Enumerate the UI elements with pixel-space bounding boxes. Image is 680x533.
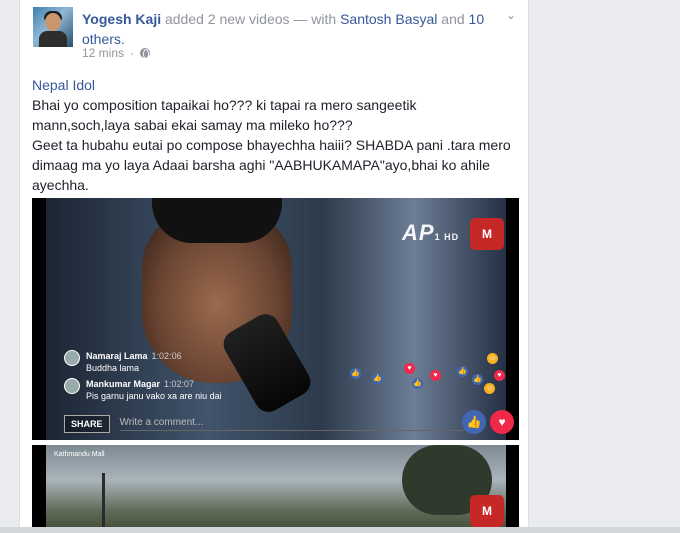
post-meta: 12 mins · — [82, 46, 151, 60]
commenter-avatar — [64, 378, 80, 394]
bottom-divider — [0, 527, 680, 533]
love-reaction-icon: ♥ — [494, 370, 505, 381]
haha-reaction-icon: ☺ — [484, 383, 495, 394]
post-header: Yogesh Kaji added 2 new videos — with Sa… — [82, 9, 502, 49]
love-reaction-icon: ♥ — [430, 370, 441, 381]
live-comment: Mankumar Magar 1:02:07 Pis garnu janu vak… — [64, 378, 222, 402]
and-text: and — [441, 11, 465, 27]
page: Yogesh Kaji added 2 new videos — with Sa… — [0, 0, 680, 533]
like-reaction-icon: 👍 — [372, 373, 383, 384]
like-button-icon[interactable]: 👍 — [462, 410, 486, 434]
post-text: Nepal Idol Bhai yo composition tapaikai … — [32, 75, 512, 195]
like-reaction-icon: 👍 — [472, 374, 483, 385]
avatar-head — [45, 13, 61, 31]
comment-text: Buddha lama — [86, 363, 140, 373]
author-avatar[interactable] — [33, 7, 73, 47]
corner-logo: M — [470, 218, 504, 250]
action-text: added 2 new videos — with — [164, 11, 337, 27]
video-player-2[interactable]: Kathmandu Mall M — [32, 445, 519, 533]
avatar-body — [39, 31, 67, 47]
commenter-name: Mankumar Magar — [86, 379, 161, 389]
post-time[interactable]: 12 mins — [82, 46, 124, 60]
singer-hair — [152, 198, 282, 243]
globe-icon — [140, 48, 151, 59]
chevron-down-icon[interactable]: ⌄ — [506, 8, 516, 22]
post-card: Yogesh Kaji added 2 new videos — with Sa… — [19, 0, 529, 533]
comment-text: Pis garnu janu vako xa are niu dai — [86, 391, 222, 401]
page-link[interactable]: Nepal Idol — [32, 75, 512, 95]
video-player-1[interactable]: AP1 HD M Namaraj Lama 1:02:06 Buddha lama… — [32, 198, 519, 440]
share-button[interactable]: SHARE — [64, 415, 110, 433]
live-comment: Namaraj Lama 1:02:06 Buddha lama — [64, 350, 182, 374]
channel-logo: AP1 HD — [402, 220, 460, 245]
tagged-user[interactable]: Santosh Basyal — [340, 11, 437, 27]
like-reaction-icon: 👍 — [457, 366, 468, 377]
love-reaction-icon: ♥ — [404, 363, 415, 374]
post-line-2: Geet ta hubahu eutai po compose bhayechh… — [32, 137, 511, 193]
haha-reaction-icon: ☺ — [487, 353, 498, 364]
love-button-icon[interactable]: ♥ — [490, 410, 514, 434]
corner-logo: M — [470, 495, 504, 527]
like-reaction-icon: 👍 — [350, 368, 361, 379]
post-line-1: Bhai yo composition tapaikai ho??? ki ta… — [32, 97, 417, 133]
video-action-bar: SHARE Write a comment... — [64, 413, 464, 435]
comment-time: 1:02:07 — [164, 379, 195, 389]
comment-time: 1:02:06 — [151, 351, 182, 361]
video-caption: Kathmandu Mall — [54, 451, 105, 458]
commenter-name: Namaraj Lama — [86, 351, 148, 361]
comment-input[interactable]: Write a comment... — [119, 417, 464, 431]
street-pole — [102, 473, 105, 533]
like-reaction-icon: 👍 — [412, 378, 423, 389]
author-name[interactable]: Yogesh Kaji — [82, 11, 161, 27]
commenter-avatar — [64, 350, 80, 366]
